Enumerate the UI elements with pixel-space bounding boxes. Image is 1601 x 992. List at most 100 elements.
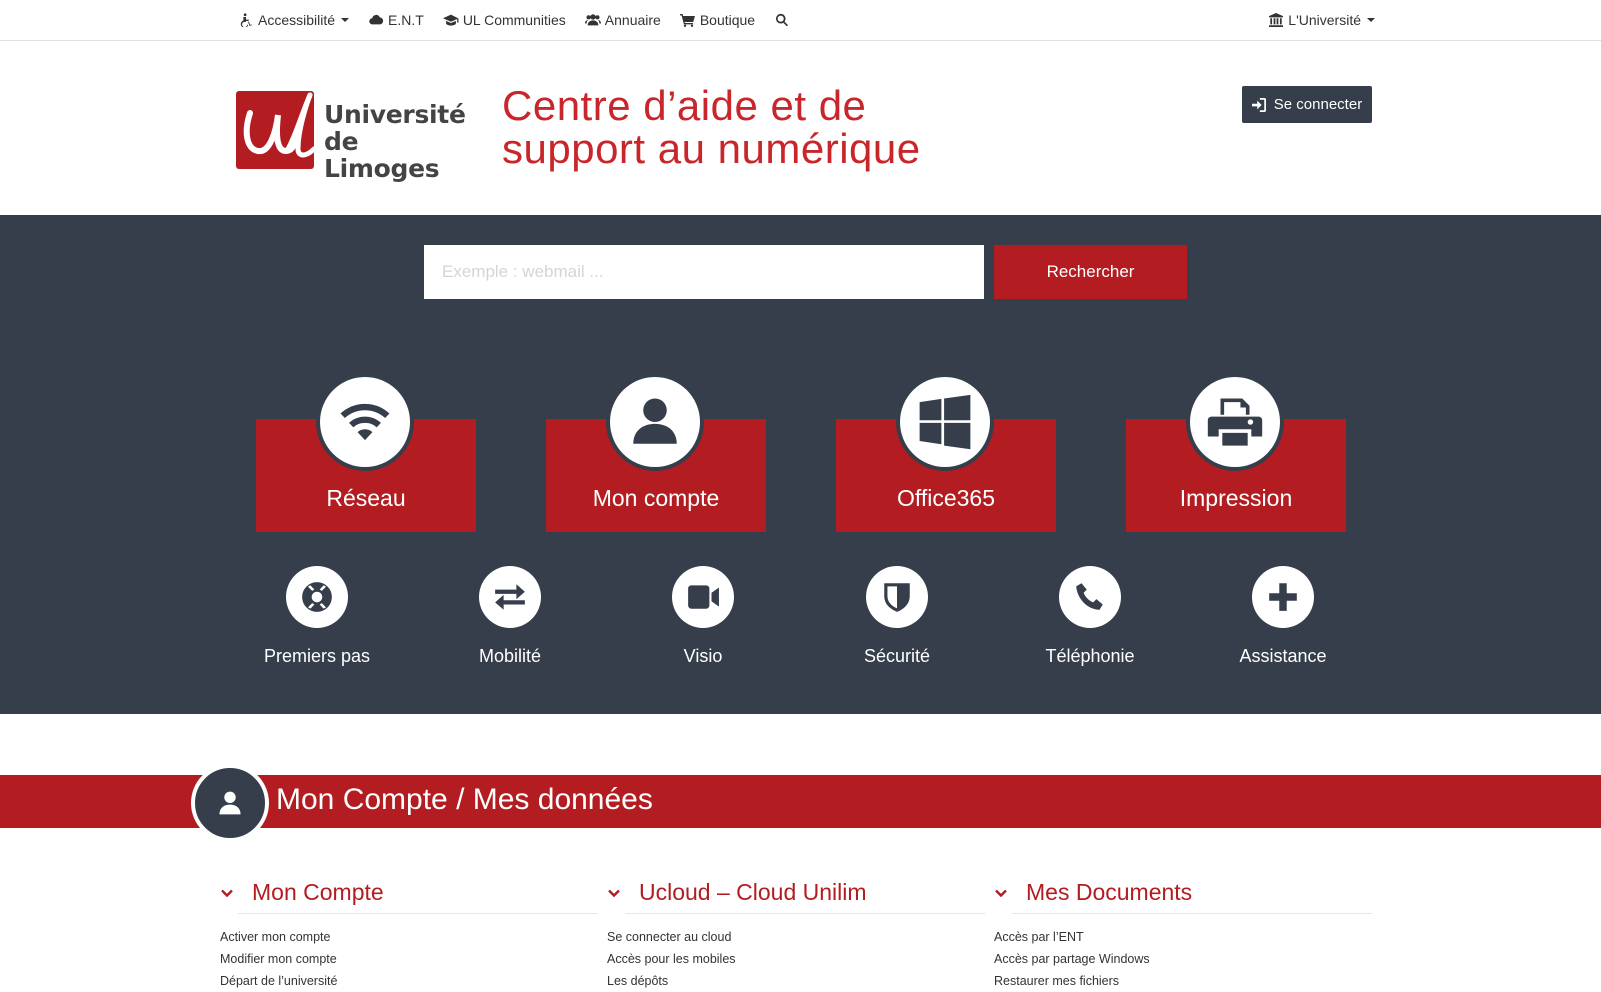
column-header[interactable]: Mon Compte [221, 872, 598, 914]
chevron-down-icon [607, 886, 621, 900]
column-title: Mes Documents [1026, 879, 1193, 905]
search-icon [774, 13, 790, 27]
column-ucloud: Ucloud – Cloud Unilim Se connecter au cl… [607, 872, 985, 992]
tile-icon-circle [316, 373, 414, 471]
link-list: Accès par l’ENT Accès par partage Window… [994, 926, 1372, 992]
tile-icon-circle [286, 566, 348, 628]
lifebuoy-icon [302, 582, 332, 612]
top-nav-label: Boutique [699, 12, 756, 28]
tile-icon-circle [1186, 373, 1284, 471]
tile-visio[interactable]: Visio [618, 566, 788, 676]
wifi-icon [340, 403, 390, 441]
list-item[interactable]: Accès pour les mobiles [607, 948, 985, 970]
chevron-down-icon [220, 886, 234, 900]
column-header[interactable]: Ucloud – Cloud Unilim [608, 872, 985, 914]
logo-line-1: Université [324, 100, 466, 129]
exchange-icon [495, 584, 525, 610]
chevron-down-icon [994, 886, 1008, 900]
tile-office365[interactable]: Office365 [836, 373, 1056, 532]
link-list: Se connecter au cloud Accès pour les mob… [607, 926, 985, 992]
tile-telephonie[interactable]: Téléphonie [1005, 566, 1175, 676]
section-icon-circle [191, 764, 269, 842]
section-title: Mon Compte / Mes données [276, 783, 653, 816]
wheelchair-icon [238, 13, 254, 27]
tile-mobilite[interactable]: Mobilité [425, 566, 595, 676]
tile-label: Mon compte [592, 485, 720, 511]
plus-icon [1269, 583, 1297, 611]
cloud-icon [368, 13, 384, 27]
top-nav-search[interactable] [774, 13, 794, 27]
tile-label: Office365 [896, 485, 996, 511]
tile-icon-circle [896, 373, 994, 471]
users-icon [584, 13, 601, 27]
top-nav-ent[interactable]: E.N.T [368, 12, 424, 28]
tile-label: Impression [1179, 485, 1293, 511]
tile-icon-circle [606, 373, 704, 471]
top-bar: Accessibilité E.N.T UL Communities Annua… [0, 0, 1601, 41]
tile-label: Mobilité [478, 646, 542, 666]
tile-icon-circle [479, 566, 541, 628]
list-item[interactable]: Accès par l’ENT [994, 926, 1372, 948]
hero-panel: Rechercher Réseau Mon compte Office365 I… [0, 215, 1601, 714]
phone-icon [1076, 583, 1103, 610]
caret-down-icon [341, 18, 350, 22]
list-item[interactable]: Accès par partage Windows [994, 948, 1372, 970]
caret-down-icon [1367, 18, 1375, 22]
sign-in-icon [1251, 97, 1266, 112]
ul-logo-mark [236, 91, 314, 169]
tile-premiers-pas[interactable]: Premiers pas [232, 566, 402, 676]
list-item[interactable]: Restaurer mes fichiers [994, 970, 1372, 992]
tile-mon-compte[interactable]: Mon compte [546, 373, 766, 532]
windows-icon [919, 394, 971, 450]
list-item[interactable]: Activer mon compte [220, 926, 598, 948]
top-nav-accessibility[interactable]: Accessibilité [238, 12, 350, 28]
tile-icon-circle [1059, 566, 1121, 628]
top-nav-label: UL Communities [462, 12, 566, 28]
printer-icon [1207, 398, 1263, 446]
tile-icon-circle [866, 566, 928, 628]
top-nav-label: E.N.T [388, 12, 424, 28]
login-button[interactable]: Se connecter [1242, 86, 1372, 123]
tile-assistance[interactable]: Assistance [1198, 566, 1368, 676]
search-input[interactable] [424, 245, 984, 299]
list-item[interactable]: Modifier mon compte [220, 948, 598, 970]
site-title: Centre d’aide et de support au numérique [502, 84, 921, 170]
list-item[interactable]: Les dépôts [607, 970, 985, 992]
top-nav-right: L'Université [1268, 0, 1375, 40]
shield-icon [884, 583, 910, 612]
top-nav-ul-communities[interactable]: UL Communities [442, 12, 566, 28]
list-item[interactable]: Départ de l’université [220, 970, 598, 992]
tile-impression[interactable]: Impression [1126, 373, 1346, 532]
site-title-line-2: support au numérique [502, 125, 921, 172]
list-item[interactable]: Se connecter au cloud [607, 926, 985, 948]
user-icon [219, 791, 241, 815]
video-camera-icon [688, 585, 719, 609]
link-list: Activer mon compte Modifier mon compte D… [220, 926, 598, 992]
top-nav-left: Accessibilité E.N.T UL Communities Annua… [238, 0, 813, 40]
search-button[interactable]: Rechercher [994, 245, 1187, 299]
tile-securite[interactable]: Sécurité [812, 566, 982, 676]
column-title: Mon Compte [252, 879, 384, 905]
tile-label: Assistance [1239, 646, 1327, 666]
tile-icon-circle [672, 566, 734, 628]
user-icon [633, 398, 677, 444]
column-header[interactable]: Mes Documents [995, 872, 1372, 914]
site-title-line-1: Centre d’aide et de [502, 82, 867, 129]
top-nav-boutique[interactable]: Boutique [679, 12, 756, 28]
login-button-label: Se connecter [1273, 96, 1363, 113]
column-mes-documents: Mes Documents Accès par l’ENT Accès par … [994, 872, 1372, 992]
tile-reseau[interactable]: Réseau [256, 373, 476, 532]
graduation-cap-icon [442, 13, 459, 27]
top-nav-label: Accessibilité [258, 12, 336, 28]
tile-label: Téléphonie [1045, 646, 1135, 666]
university-logo[interactable]: Université de Limoges [236, 91, 476, 182]
tile-label: Visio [683, 646, 723, 666]
tile-label: Premiers pas [263, 646, 371, 666]
tile-label: Sécurité [863, 646, 931, 666]
top-nav-universite[interactable]: L'Université [1268, 12, 1375, 28]
top-nav-annuaire[interactable]: Annuaire [584, 12, 661, 28]
top-nav-label: Annuaire [604, 12, 661, 28]
logo-text: Université de Limoges [324, 101, 476, 182]
column-title: Ucloud – Cloud Unilim [639, 879, 867, 905]
tile-icon-circle [1252, 566, 1314, 628]
